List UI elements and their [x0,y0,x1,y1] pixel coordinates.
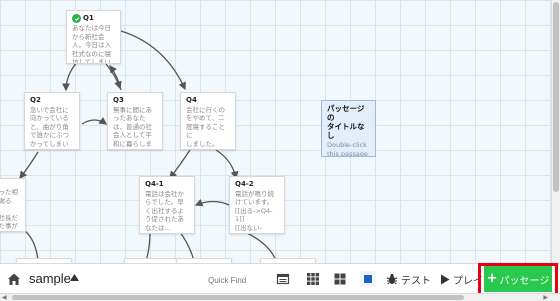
new-passage-button[interactable]: + パッセージ [484,266,552,292]
link-q41-down1 [145,231,151,262]
passage-q4-1[interactable]: Q4-1 電話は会社か らでした。早 く出社するよ う促されたあ なたは... [139,176,195,234]
test-button[interactable]: テスト [386,271,431,287]
passage-excerpt: 無事に間にあ ったあなた は、普通の社 会人として平 和に暮らしま [113,105,152,148]
vertical-scroll-thumb[interactable] [553,2,559,192]
play-icon [441,274,450,284]
passage-title: Q1 [83,14,94,23]
passage-title: Q4-1 [145,180,164,188]
link-q4-q42 [215,149,239,180]
story-name[interactable]: sample [29,271,71,286]
passage-q4[interactable]: Q4 会社に行くの をやめて、二 度寝することに しました。 電話が鳴っ [180,92,236,150]
story-map-canvas[interactable]: Q1 あなたは今日 から新社会 人。今日は入 社式なのに寝 坊してしまい Q2 … [0,0,560,263]
passage-title: パッセージの タイトルなし [327,104,365,140]
passage-untitled[interactable]: パッセージの タイトルなし Double-click this passage … [321,100,376,157]
quick-find-input[interactable] [198,272,280,288]
passage-q3[interactable]: Q3 無事に間にあ ったあなた は、普通の社 会人として平 和に暮らしま [107,92,163,150]
play-button[interactable]: プレイ [440,271,483,287]
bug-icon [386,273,398,285]
test-label: テスト [401,275,431,287]
passage-title: Q4-2 [235,180,254,188]
link-q42-q41 [194,199,230,207]
passage-title: Q2 [30,96,41,104]
passage-excerpt: 会社に行くの をやめて、二 度寝することに しました。 電話が鳴っ [186,105,225,150]
plus-icon: + [486,271,498,286]
link-q1-q4 [120,30,186,91]
passage-q1[interactable]: Q1 あなたは今日 から新社会 人。今日は入 社式なのに寝 坊してしまい [66,10,121,64]
caret-up-icon[interactable] [70,274,79,281]
link-q1-q3 [105,63,122,90]
passage-title: Q3 [113,96,124,104]
passage-left-partial[interactable]: かった相 う謝ると、 は社長だ った事が かい合 [0,178,26,232]
story-toolbar: sample テスト [0,263,560,293]
check-icon [72,14,81,23]
scroll-right-arrow-icon[interactable]: ▶ [543,294,548,301]
passage-excerpt: 電話は会社か らでした。早 く出社するよ う促されたあ なたは... [145,189,184,232]
zoom-medium-icon[interactable] [333,272,347,286]
vertical-scrollbar[interactable] [551,0,560,263]
link-q2-q3 [81,117,108,125]
link-q41-down2 [179,231,195,262]
passage-q4-2[interactable]: Q4-2 電話が鳴り続 けています。 [[出る->Q4-1]] [[出ない->Q… [229,176,285,234]
horizontal-scroll-thumb[interactable] [12,295,464,300]
link-left-down [23,229,39,262]
link-q42-down [244,231,277,262]
horizontal-scrollbar[interactable]: ◀ ▶ [0,293,560,301]
new-passage-label: パッセージ [499,275,550,287]
link-q4-q41 [169,149,191,180]
home-icon[interactable] [7,272,21,286]
passage-excerpt: かった相 う謝ると、 は社長だ った事が かい合 [0,188,18,231]
passage-excerpt: 電話が鳴り続 けています。 [[出る->Q4-1]] [[出ない->Q5]] [235,189,274,234]
link-q2-left [19,151,39,180]
scroll-left-arrow-icon[interactable]: ◀ [2,294,7,301]
zoom-large-icon[interactable] [360,271,376,287]
passage-q2[interactable]: Q2 急いで会社に 向かっている と、曲がり角 で誰かにぶつ かってしまい [24,92,80,150]
details-icon[interactable] [276,272,290,286]
passage-title: Q4 [186,96,197,104]
zoom-grid-icon[interactable] [306,272,320,286]
passage-excerpt: あなたは今日 から新社会 人。今日は入 社式なのに寝 坊してしまい [72,24,111,64]
passage-excerpt: Double-click this passage to edit it. [327,141,368,157]
passage-excerpt: 急いで会社に 向かっている と、曲がり角 で誰かにぶつ かってしまい [30,105,69,148]
